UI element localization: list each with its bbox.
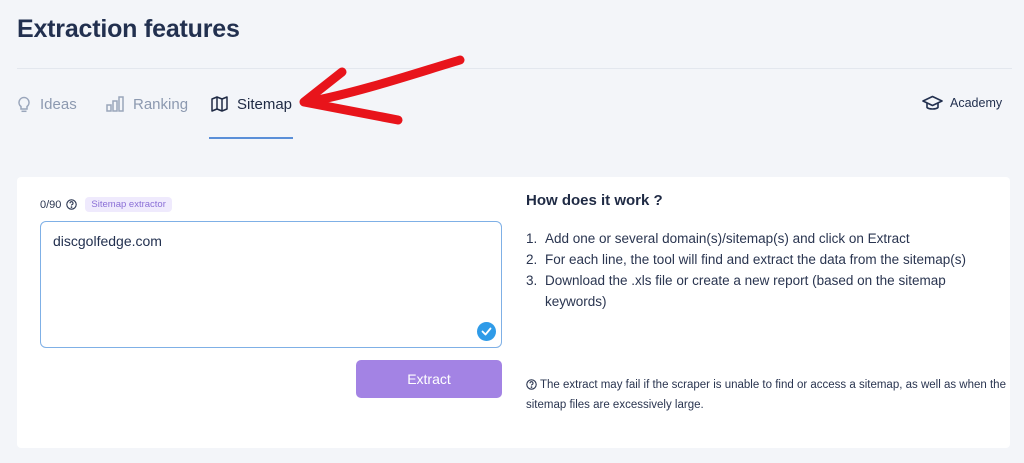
- map-icon: [211, 96, 228, 112]
- help-icon[interactable]: [66, 199, 78, 210]
- list-item: 3. Download the .xls file or create a ne…: [526, 273, 946, 309]
- domain-input[interactable]: discgolfedge.com: [40, 221, 502, 348]
- lightbulb-icon: [17, 96, 31, 113]
- tab-ideas[interactable]: Ideas: [17, 92, 77, 116]
- check-icon: [477, 322, 496, 341]
- list-item: 2. For each line, the tool will find and…: [526, 252, 966, 267]
- graduation-cap-icon: [922, 95, 943, 112]
- how-it-works-title: How does it work ?: [526, 192, 663, 209]
- page-title: Extraction features: [17, 15, 240, 43]
- list-item: 1. Add one or several domain(s)/sitemap(…: [526, 231, 910, 246]
- character-counter: 0/90: [40, 198, 62, 211]
- divider: [17, 68, 1012, 69]
- active-tab-indicator: [209, 137, 293, 139]
- tab-sitemap[interactable]: Sitemap: [211, 92, 292, 116]
- counter-row: 0/90 Sitemap extractor: [40, 197, 172, 212]
- help-icon: [526, 379, 537, 390]
- academy-link[interactable]: Academy: [922, 92, 1002, 114]
- academy-label: Academy: [950, 96, 1003, 110]
- tab-label: Sitemap: [237, 95, 293, 113]
- note-text: The extract may fail if the scraper is u…: [526, 379, 1006, 411]
- annotation-arrow-icon: [299, 55, 465, 125]
- warning-note: The extract may fail if the scraper is u…: [526, 375, 1006, 415]
- bar-chart-icon: [106, 96, 124, 112]
- tab-label: Ranking: [133, 95, 189, 113]
- tab-label: Ideas: [40, 95, 77, 113]
- tool-badge: Sitemap extractor: [85, 197, 172, 212]
- tab-ranking[interactable]: Ranking: [106, 92, 188, 116]
- extract-button[interactable]: Extract: [356, 360, 502, 398]
- steps-list: 1. Add one or several domain(s)/sitemap(…: [526, 228, 996, 312]
